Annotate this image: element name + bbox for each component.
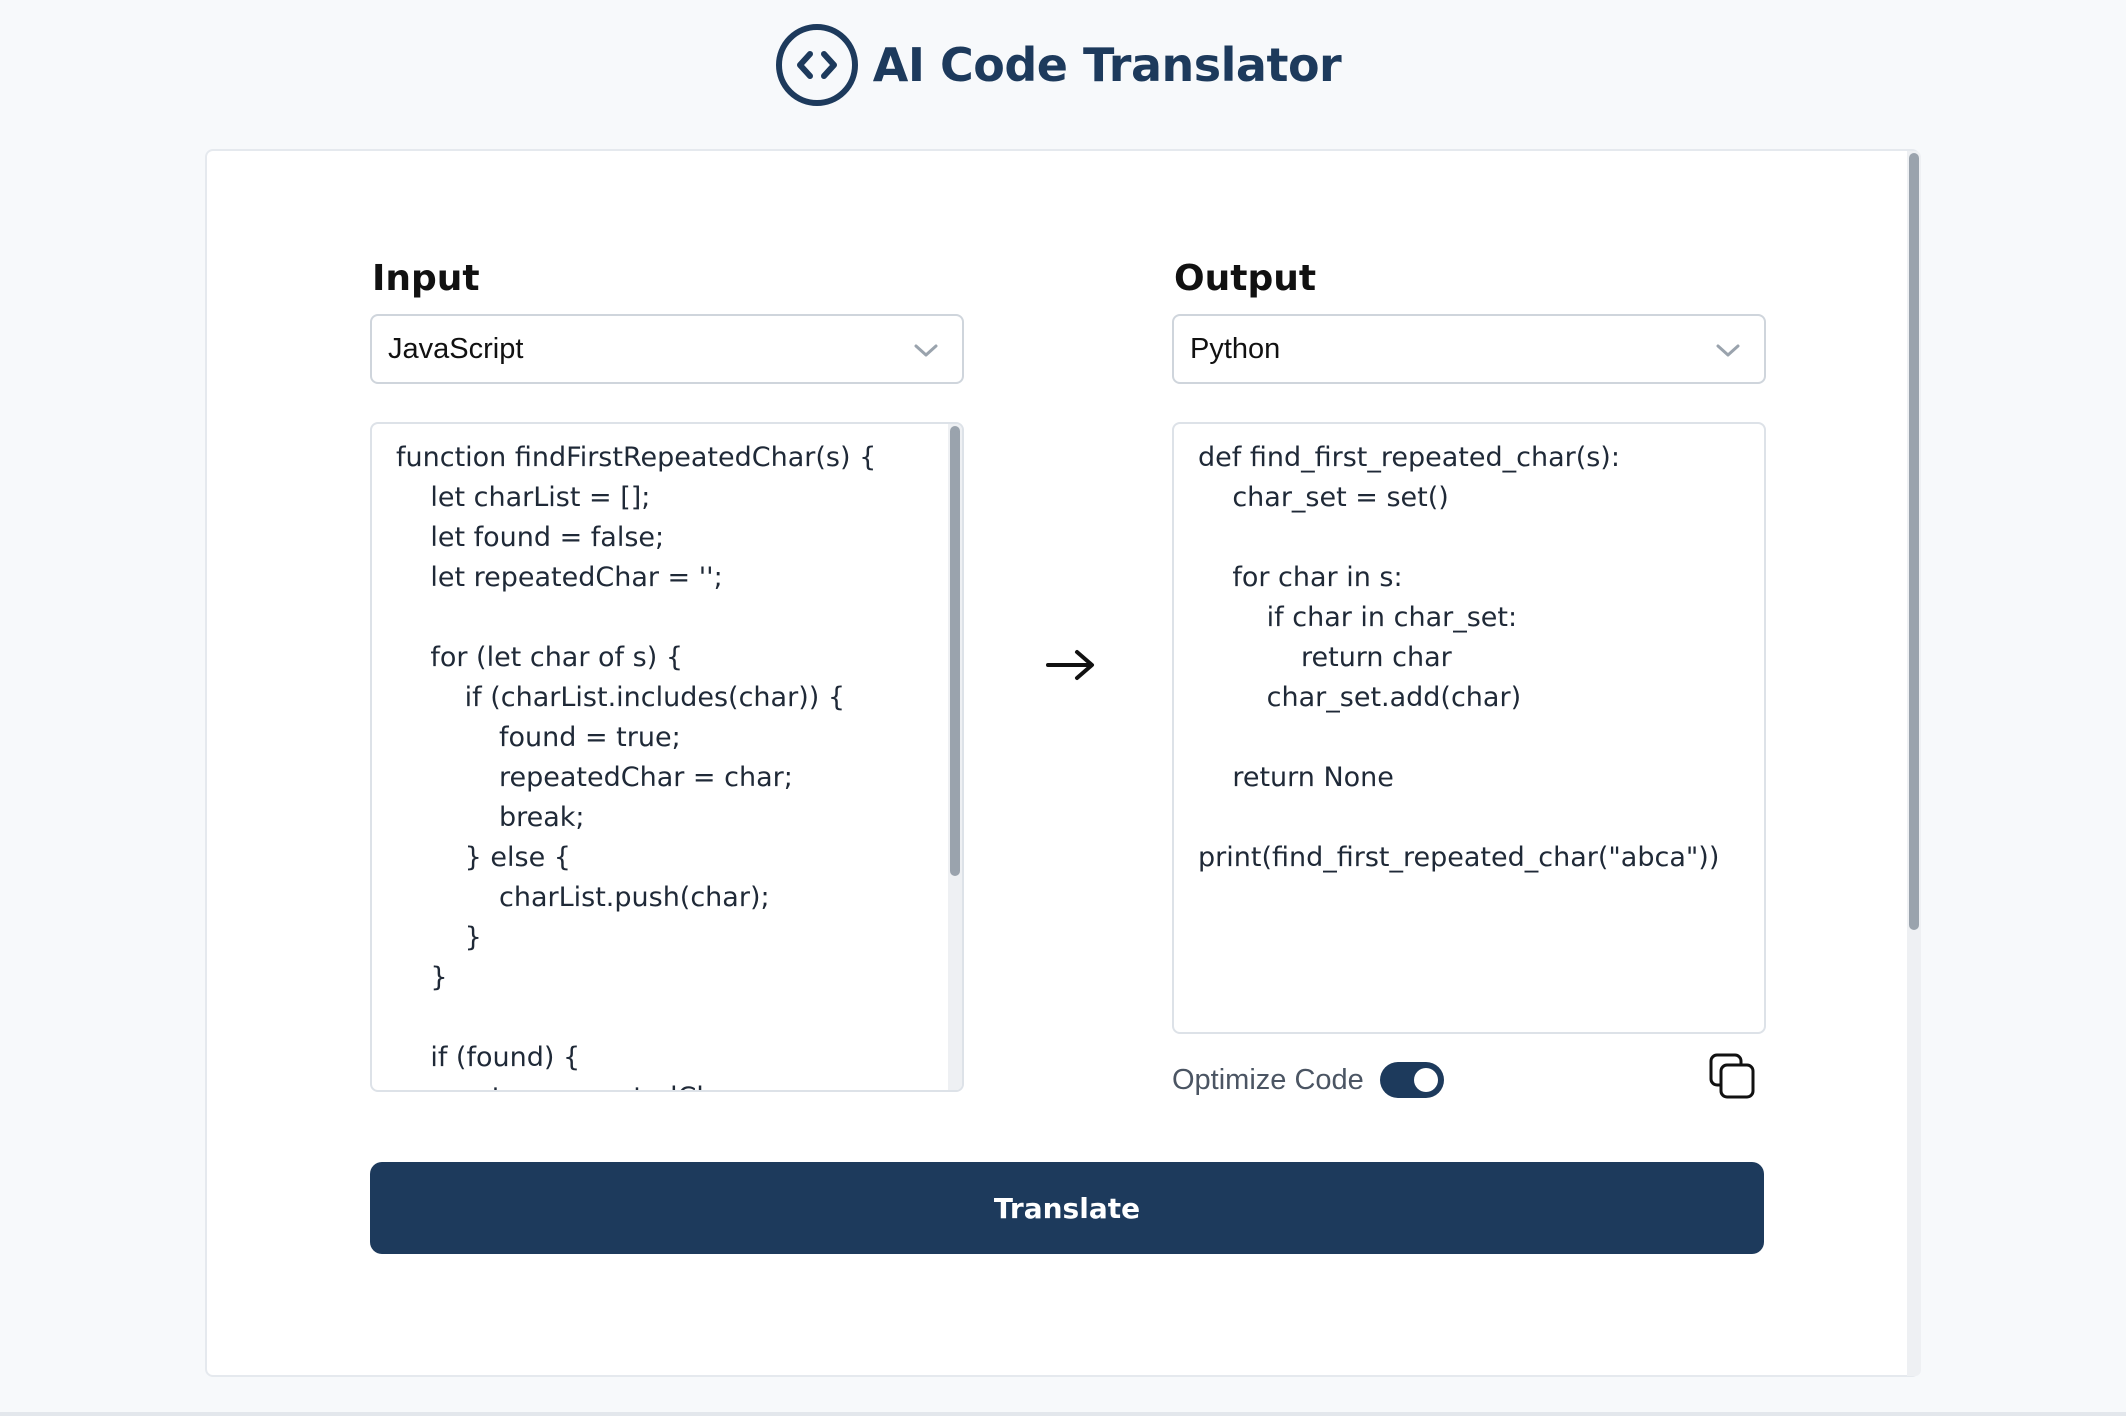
chevron-down-icon — [914, 344, 938, 357]
page-scrollbar[interactable] — [1907, 151, 1921, 1376]
input-scrollbar[interactable] — [948, 424, 962, 1090]
optimize-code-label: Optimize Code — [1172, 1064, 1364, 1096]
input-code-editor[interactable]: function findFirstRepeatedChar(s) { let … — [370, 422, 964, 1092]
chevron-down-icon — [1716, 344, 1740, 357]
output-language-value: Python — [1190, 332, 1281, 365]
input-language-select[interactable]: JavaScript — [370, 314, 964, 384]
optimize-code-toggle[interactable] — [1380, 1062, 1444, 1098]
output-language-select[interactable]: Python — [1172, 314, 1766, 384]
logo: AI Code Translator — [775, 23, 1342, 107]
page: AI Code Translator Input JavaScript func… — [0, 0, 2126, 1416]
bottom-divider — [0, 1412, 2126, 1416]
input-language-value: JavaScript — [388, 332, 524, 365]
header: AI Code Translator — [0, 0, 2126, 130]
output-code: def find_first_repeated_char(s): char_se… — [1198, 442, 1720, 873]
code-brackets-icon — [775, 24, 858, 106]
toggle-knob — [1414, 1068, 1438, 1092]
output-code-panel[interactable]: def find_first_repeated_char(s): char_se… — [1172, 422, 1766, 1034]
page-scrollbar-thumb[interactable] — [1909, 153, 1919, 930]
translate-button[interactable]: Translate — [370, 1162, 1764, 1254]
input-scrollbar-thumb[interactable] — [950, 426, 960, 876]
app-title: AI Code Translator — [872, 38, 1342, 92]
input-code[interactable]: function findFirstRepeatedChar(s) { let … — [372, 424, 962, 1090]
output-label: Output — [1174, 258, 1317, 299]
copy-icon[interactable] — [1708, 1052, 1758, 1102]
input-label: Input — [372, 258, 480, 299]
arrow-right-icon — [1046, 650, 1094, 680]
